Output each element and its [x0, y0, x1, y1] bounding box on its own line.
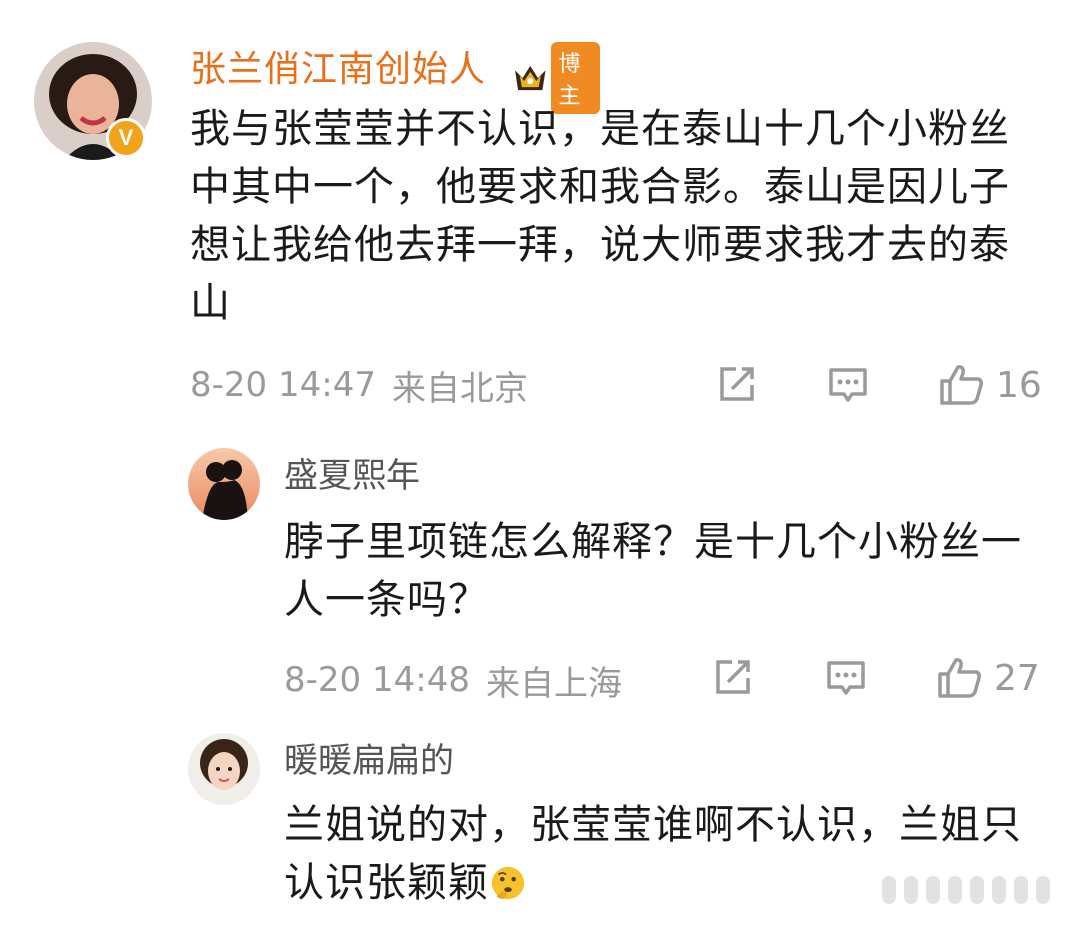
thinking-face-emoji — [491, 866, 525, 900]
share-button[interactable] — [714, 363, 758, 407]
username[interactable]: 暖暖扁扁的 — [284, 733, 454, 782]
share-icon — [716, 660, 750, 694]
timestamp: 8-20 14:47 — [190, 365, 376, 405]
like-count: 27 — [994, 657, 1040, 699]
share-button[interactable] — [710, 656, 754, 700]
location: 来自北京 — [391, 368, 528, 409]
username[interactable]: 张兰俏江南创始人 — [190, 40, 486, 92]
avatar[interactable] — [188, 448, 260, 520]
like-count: 16 — [996, 364, 1042, 406]
crown-icon — [515, 65, 546, 91]
timestamp: 8-20 14:48 — [284, 660, 470, 700]
comment-icon — [827, 661, 865, 695]
comment-text: 脖子里项链怎么解释？是十几个小粉丝一人一条吗？ — [284, 519, 1022, 623]
comment-actions: 27 — [700, 650, 1050, 706]
comment-meta: 8-20 14:48 来自上海 — [284, 655, 622, 705]
thumbs-up-icon — [938, 658, 981, 698]
like-button[interactable]: 16 — [938, 361, 1042, 409]
share-icon — [720, 367, 754, 401]
watermark — [882, 876, 1050, 904]
comment-actions: 16 — [700, 357, 1050, 413]
comment-button[interactable] — [824, 656, 868, 700]
username[interactable]: 盛夏熙年 — [284, 448, 420, 497]
comment-icon — [829, 368, 867, 402]
avatar[interactable] — [188, 733, 260, 805]
location: 来自上海 — [485, 663, 622, 704]
verified-badge: V — [106, 118, 146, 158]
comment-meta: 8-20 14:47 来自北京 — [190, 360, 528, 410]
comment-button[interactable] — [826, 363, 870, 407]
thumbs-up-icon — [940, 365, 983, 405]
like-button[interactable]: 27 — [936, 654, 1040, 702]
comment-text: 我与张莹莹并不认识，是在泰山十几个小粉丝中其中一个，他要求和我合影。泰山是因儿子… — [190, 106, 1010, 326]
